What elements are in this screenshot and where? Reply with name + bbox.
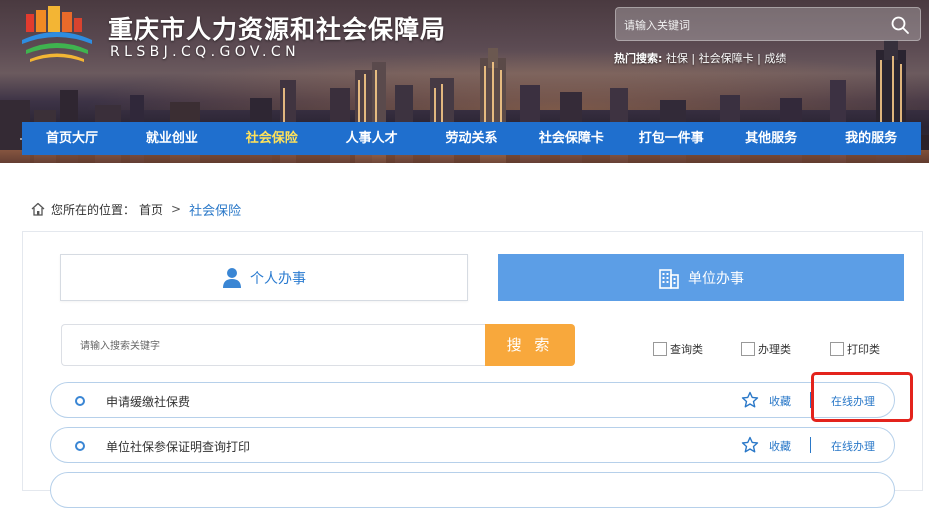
favorite-button[interactable]: 收藏: [769, 393, 791, 409]
tab-personal-affairs[interactable]: 个人办事: [60, 254, 468, 301]
site-domain: RLSBJ.CQ.GOV.CN: [110, 44, 300, 60]
search-icon[interactable]: [890, 15, 910, 35]
filter-label: 查询类: [670, 343, 703, 356]
home-icon: [31, 202, 45, 216]
hot-search-separator: |: [757, 52, 761, 65]
hot-search-link[interactable]: 社会保障卡: [699, 52, 754, 65]
breadcrumb: 您所在的位置： 首页 > 社会保险: [30, 199, 241, 219]
nav-item-social-insurance[interactable]: 社会保险: [222, 122, 322, 155]
nav-item-labor-relations[interactable]: 劳动关系: [422, 122, 522, 155]
service-row[interactable]: [50, 472, 895, 508]
filter-checkbox[interactable]: [741, 342, 755, 356]
bullet-icon: [75, 396, 85, 406]
service-title[interactable]: 单位社保参保证明查询打印: [106, 438, 250, 455]
filter-checkbox[interactable]: [830, 342, 844, 356]
nav-item-employment[interactable]: 就业创业: [122, 122, 222, 155]
nav-item-bundle-service[interactable]: 打包一件事: [621, 122, 721, 155]
service-row[interactable]: 单位社保参保证明查询打印 收藏 在线办理: [50, 427, 895, 463]
star-icon[interactable]: [741, 391, 759, 409]
service-search-box: [61, 324, 485, 366]
tab-unit-label: 单位办事: [688, 270, 744, 287]
hot-search-separator: |: [691, 52, 696, 65]
nav-item-personnel[interactable]: 人事人才: [322, 122, 422, 155]
favorite-button[interactable]: 收藏: [769, 438, 791, 454]
breadcrumb-current: 社会保险: [189, 203, 242, 219]
hot-search-link[interactable]: 成绩: [764, 52, 786, 65]
filter-label: 打印类: [847, 343, 880, 356]
filter-handle[interactable]: 办理类: [741, 341, 791, 357]
highlight-annotation: [811, 372, 913, 422]
nav-item-home-hall[interactable]: 首页大厅: [22, 122, 122, 155]
breadcrumb-prefix: 您所在的位置：: [51, 202, 136, 217]
hot-search: 热门搜索: 社保 | 社会保障卡 | 成绩: [614, 50, 786, 66]
main-nav: 首页大厅 就业创业 社会保险 人事人才 劳动关系 社会保障卡 打包一件事 其他服…: [22, 122, 921, 155]
service-title[interactable]: 申请缓缴社保费: [106, 393, 190, 410]
star-icon[interactable]: [741, 436, 759, 454]
tab-unit-affairs[interactable]: 单位办事: [498, 254, 904, 301]
nav-item-my-services[interactable]: 我的服务: [821, 122, 921, 155]
tab-personal-label: 个人办事: [250, 270, 306, 287]
site-title: 重庆市人力资源和社会保障局: [108, 15, 447, 44]
hot-search-label: 热门搜索:: [614, 52, 663, 65]
filter-query[interactable]: 查询类: [653, 341, 703, 357]
filter-label: 办理类: [758, 343, 791, 356]
nav-item-other-services[interactable]: 其他服务: [721, 122, 821, 155]
top-search-bar: [615, 7, 921, 41]
filter-print[interactable]: 打印类: [830, 341, 880, 357]
service-search-input[interactable]: [80, 336, 460, 356]
online-apply-button[interactable]: 在线办理: [831, 438, 875, 454]
breadcrumb-home-link[interactable]: 首页: [139, 201, 163, 218]
divider: [810, 437, 811, 453]
hot-search-link[interactable]: 社保: [666, 52, 688, 65]
filter-checkbox[interactable]: [653, 342, 667, 356]
bullet-icon: [75, 441, 85, 451]
top-search-input[interactable]: [624, 15, 884, 35]
search-button[interactable]: 搜 索: [485, 324, 575, 366]
nav-item-social-security-card[interactable]: 社会保障卡: [521, 122, 621, 155]
building-icon: [659, 268, 679, 289]
breadcrumb-separator: >: [171, 202, 182, 216]
government-building-logo: [22, 6, 92, 62]
person-icon: [223, 267, 241, 288]
service-row[interactable]: 申请缓缴社保费 收藏 在线办理: [50, 382, 895, 418]
